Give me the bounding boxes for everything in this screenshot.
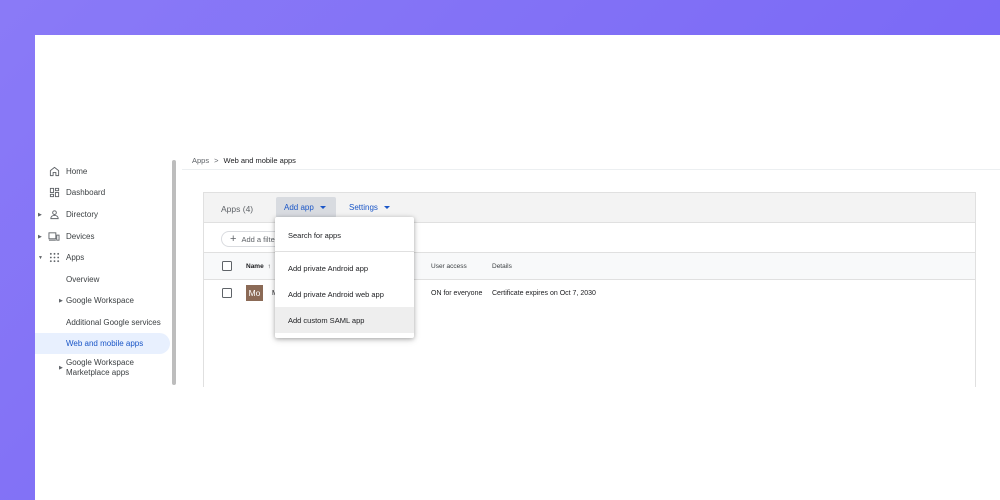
dropdown-arrow-icon: [383, 206, 390, 209]
column-header-name[interactable]: Name ↑: [246, 263, 271, 270]
column-header-details[interactable]: Details: [492, 263, 512, 270]
settings-button[interactable]: Settings: [349, 197, 390, 218]
user-access-value: ON for everyone: [431, 290, 483, 297]
plus-icon: +: [230, 232, 237, 245]
column-header-name-label: Name: [246, 263, 264, 270]
select-all-checkbox[interactable]: [222, 261, 232, 271]
add-app-label: Add app: [284, 203, 314, 212]
sidebar-item-web-and-mobile-apps[interactable]: Web and mobile apps: [35, 333, 170, 354]
sidebar-item-google-workspace[interactable]: ▶ Google Workspace: [35, 290, 170, 311]
sidebar-item-marketplace-apps[interactable]: ▶ Google Workspace Marketplace apps: [35, 355, 170, 381]
dashboard-icon: [48, 187, 60, 199]
sidebar-scrollbar[interactable]: [172, 160, 176, 385]
menu-item-add-private-android-web-app[interactable]: Add private Android web app: [275, 281, 414, 307]
expand-caret-icon[interactable]: ▶: [38, 234, 42, 240]
dropdown-arrow-icon: [319, 206, 326, 209]
sidebar-item-directory[interactable]: ▶ Directory: [35, 204, 170, 225]
apps-count: Apps (4): [221, 204, 254, 214]
home-icon: [48, 166, 60, 178]
person-icon: [48, 209, 60, 221]
apps-grid-icon: [48, 252, 60, 264]
app-avatar: Mo: [246, 285, 263, 301]
row-checkbox[interactable]: [222, 288, 232, 298]
add-app-menu: Search for apps Add private Android app …: [275, 217, 414, 338]
sidebar-item-additional-google-services[interactable]: Additional Google services: [35, 312, 170, 333]
sidebar-item-devices[interactable]: ▶ Devices: [35, 226, 170, 247]
breadcrumb-separator-icon: >: [214, 156, 219, 165]
breadcrumb: Apps > Web and mobile apps: [192, 156, 296, 165]
sidebar-item-label: Dashboard: [66, 188, 106, 197]
sidebar-item-label: Overview: [66, 275, 100, 284]
sidebar-item-dashboard[interactable]: Dashboard: [35, 182, 170, 203]
expand-caret-icon[interactable]: ▶: [59, 365, 63, 371]
settings-label: Settings: [349, 203, 378, 212]
sidebar-item-label: Home: [66, 167, 88, 176]
sidebar-item-overview[interactable]: Overview: [35, 269, 170, 290]
sidebar-item-label: Web and mobile apps: [66, 339, 144, 348]
breadcrumb-apps-link[interactable]: Apps: [192, 156, 209, 165]
menu-divider: [275, 251, 414, 252]
expand-caret-icon[interactable]: ▶: [38, 212, 42, 218]
sidebar-item-home[interactable]: Home: [35, 161, 170, 182]
menu-item-add-private-android-app[interactable]: Add private Android app: [275, 255, 414, 281]
sidebar-item-label: Devices: [66, 232, 95, 241]
collapse-caret-icon[interactable]: ▼: [38, 255, 43, 261]
sidebar-item-label: Google Workspace Marketplace apps: [66, 358, 134, 377]
devices-icon: [48, 231, 60, 243]
sidebar-item-label: Google Workspace: [66, 296, 134, 305]
sidebar-item-apps[interactable]: ▼ Apps: [35, 247, 170, 268]
add-filter-label: Add a filter: [241, 234, 278, 244]
breadcrumb-current: Web and mobile apps: [223, 156, 296, 165]
details-value: Certificate expires on Oct 7, 2030: [492, 290, 596, 297]
sidebar-item-label: Apps: [66, 253, 85, 262]
sidebar-nav: Home Dashboard ▶ Directory ▶ Devices ▼ A…: [35, 153, 177, 385]
sort-ascending-icon: ↑: [267, 263, 271, 270]
column-header-user-access[interactable]: User access: [431, 263, 467, 270]
divider: [182, 169, 1000, 170]
expand-caret-icon[interactable]: ▶: [59, 298, 63, 304]
admin-console-window: Home Dashboard ▶ Directory ▶ Devices ▼ A…: [35, 35, 1000, 500]
sidebar-item-label: Directory: [66, 210, 99, 219]
add-app-button[interactable]: Add app: [276, 197, 336, 218]
menu-item-search-for-apps[interactable]: Search for apps: [275, 222, 414, 248]
sidebar-item-label: Additional Google services: [66, 318, 161, 327]
menu-item-add-custom-saml-app[interactable]: Add custom SAML app: [275, 307, 414, 333]
